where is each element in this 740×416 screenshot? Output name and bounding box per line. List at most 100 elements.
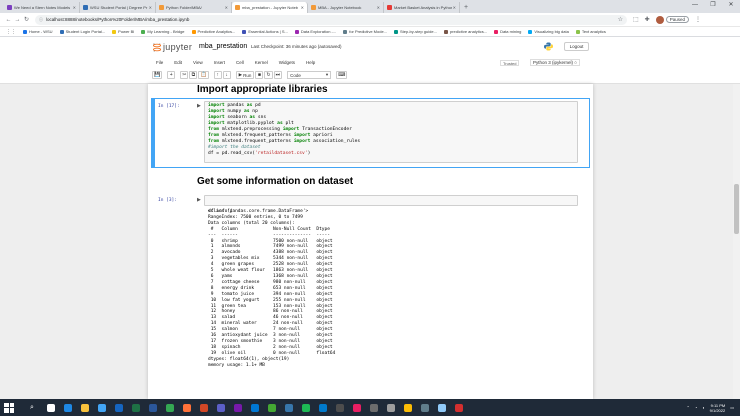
bookmark-item[interactable]: Visualizing big data (528, 29, 569, 34)
vscode-icon[interactable] (316, 401, 329, 414)
run-button[interactable]: ▶ Run (235, 71, 255, 79)
bookmark-item[interactable]: Step-by-step guide... (394, 29, 437, 34)
collapse-icon[interactable]: ▶ (197, 103, 201, 109)
profile-button[interactable]: Paused (655, 15, 689, 24)
page-scrollbar[interactable] (733, 84, 740, 399)
maximize-icon[interactable]: ❐ (704, 0, 722, 13)
copy-icon[interactable]: ⧉ (189, 71, 198, 79)
firefox-icon[interactable] (180, 401, 193, 414)
edge-icon[interactable] (61, 401, 74, 414)
close-window-icon[interactable]: ✕ (722, 0, 740, 13)
bookmark-item[interactable]: Home - WSU (23, 29, 53, 34)
menu-view[interactable]: View (193, 60, 203, 65)
bookmark-item[interactable]: Data Exploration -... (294, 29, 336, 34)
save-icon[interactable]: 💾 (152, 71, 163, 79)
close-tab-icon[interactable]: ✕ (301, 5, 304, 10)
camera-icon[interactable] (384, 401, 397, 414)
menu-edit[interactable]: Edit (174, 60, 182, 65)
browser-tab[interactable]: Market Basket Analysis in Python ✕ (384, 2, 460, 13)
search-icon[interactable]: ⌕ (22, 402, 42, 414)
menu-widgets[interactable]: Widgets (279, 60, 295, 65)
move-down-icon[interactable]: ↓ (222, 71, 231, 79)
menu-kernel[interactable]: Kernel (255, 60, 268, 65)
bookmark-item[interactable]: Essential Actions | S... (242, 29, 288, 34)
puzzle-icon[interactable]: ✚ (645, 16, 650, 23)
menu-insert[interactable]: Insert (214, 60, 225, 65)
url-input[interactable]: ⓘ localhost:8888/notebooks/Python%20Fold… (35, 14, 627, 25)
apps-icon[interactable]: ⋮⋮ (6, 29, 16, 35)
new-tab-button[interactable]: + (460, 2, 472, 13)
reload-icon[interactable]: ↻ (22, 16, 31, 23)
scrollbar-thumb[interactable] (734, 184, 739, 234)
chevron-up-icon[interactable]: ⌃ (686, 405, 689, 410)
command-palette-icon[interactable]: ⌨ (336, 71, 348, 79)
bookmark-item[interactable]: predictive analytics... (443, 29, 487, 34)
browser-tab[interactable]: WSU Student Portal | Degree Pr ✕ (80, 2, 156, 13)
terminal-icon[interactable] (333, 401, 346, 414)
bookmark-star-icon[interactable]: ☆ (618, 16, 623, 23)
bookmark-item[interactable]: Predictive Analytics... (191, 29, 235, 34)
acrobat-icon[interactable] (452, 401, 465, 414)
kernel-indicator[interactable]: Python 3 (ipykernel) ○ (530, 59, 580, 66)
menu-help[interactable]: Help (306, 60, 315, 65)
bookmark-item[interactable]: Power BI (112, 29, 134, 34)
browser-tab[interactable]: We Need a Stern Notes Models ✕ (4, 2, 80, 13)
close-tab-icon[interactable]: ✕ (225, 5, 228, 10)
chrome-icon[interactable] (163, 401, 176, 414)
logout-button[interactable]: Logout (564, 42, 589, 51)
bookmark-item[interactable]: My Learning - Bridge (141, 29, 185, 34)
python-icon[interactable] (282, 401, 295, 414)
close-tab-icon[interactable]: ✕ (73, 5, 76, 10)
volume-icon[interactable]: ◖ (702, 405, 704, 410)
move-up-icon[interactable]: ↑ (213, 71, 222, 79)
cut-icon[interactable]: ✂ (180, 71, 189, 79)
code-input-area[interactable]: import pandas as pd import numpy as np imp… (204, 101, 578, 163)
task-view-icon[interactable] (44, 401, 57, 414)
cell-type-select[interactable]: Code ▾ (287, 71, 332, 79)
bookmark-item[interactable]: for Predictive Mode... (343, 29, 387, 34)
notification-icon[interactable]: ▭ (730, 405, 734, 410)
bookmark-item[interactable]: Student Login Portal... (59, 29, 105, 34)
paste-icon[interactable]: 📋 (198, 71, 209, 79)
jupyter-logo[interactable]: jupyter (153, 42, 192, 52)
restart-icon[interactable]: ↻ (264, 71, 273, 79)
collapse-icon-2[interactable]: ▶ (197, 197, 201, 203)
browser-tab[interactable]: mba_prestation - Jupyter Noteb ✕ (232, 2, 308, 13)
close-tab-icon[interactable]: ✕ (453, 5, 456, 10)
onenote-icon[interactable] (231, 401, 244, 414)
windows-start-icon[interactable] (4, 402, 14, 413)
network-icon[interactable]: ◔ (695, 405, 697, 410)
spotify-icon[interactable] (299, 401, 312, 414)
bookmark-item[interactable]: Data mining (494, 29, 521, 34)
insert-cell-icon[interactable]: + (167, 71, 176, 79)
settings-icon[interactable] (418, 401, 431, 414)
close-tab-icon[interactable]: ✕ (377, 5, 380, 10)
browser-tab[interactable]: Python Folder/MBA/ ✕ (156, 2, 232, 13)
forward-icon[interactable]: → (13, 17, 22, 23)
close-tab-icon[interactable]: ✕ (149, 5, 152, 10)
word-icon[interactable] (146, 401, 159, 414)
notebook-name[interactable]: mba_prestation (199, 43, 247, 50)
teams-icon[interactable] (214, 401, 227, 414)
menu-file[interactable]: File (156, 60, 163, 65)
code-input-area-2[interactable]: df.info() (204, 195, 578, 214)
excel-icon[interactable] (129, 401, 142, 414)
back-icon[interactable]: ← (4, 17, 13, 23)
store-icon[interactable] (95, 401, 108, 414)
file-explorer-icon[interactable] (78, 401, 91, 414)
trusted-badge[interactable]: Trusted (500, 60, 520, 66)
paint-icon[interactable] (350, 401, 363, 414)
clock[interactable]: 9:11 PM 9/1/2022 (710, 403, 726, 413)
extensions-icon[interactable]: ⬚ (633, 16, 639, 23)
browser-tab[interactable]: MBA - Jupyter Notebook ✕ (308, 2, 384, 13)
menu-cell[interactable]: Cell (236, 60, 244, 65)
chrome-2-icon[interactable] (401, 401, 414, 414)
menu-icon[interactable]: ⋮ (695, 16, 701, 23)
minimize-icon[interactable]: — (686, 0, 704, 13)
notepad-icon[interactable] (435, 401, 448, 414)
powerpoint-icon[interactable] (197, 401, 210, 414)
info-icon[interactable]: ⓘ (39, 17, 43, 23)
mail-icon[interactable] (112, 401, 125, 414)
bookmark-item[interactable]: Text analytics (575, 29, 606, 34)
stop-icon[interactable]: ■ (255, 71, 264, 79)
